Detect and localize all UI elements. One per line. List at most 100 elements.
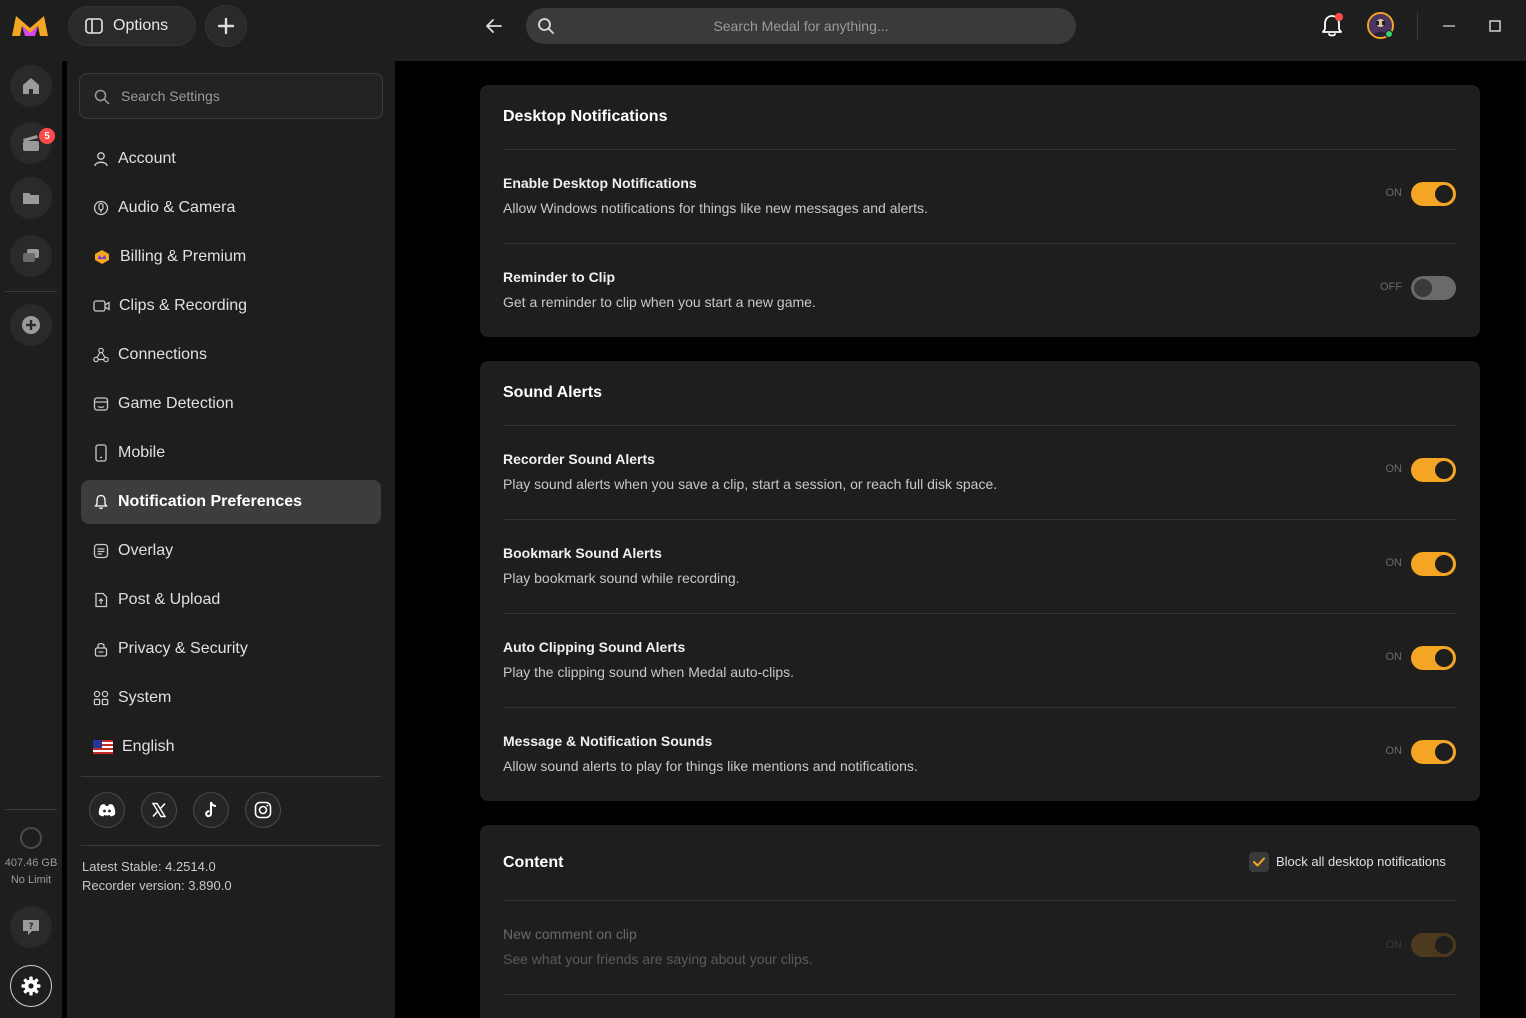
bookmark-sound-alerts-toggle[interactable] <box>1411 552 1456 576</box>
row-divider <box>503 243 1456 244</box>
setting-description: Play bookmark sound while recording. <box>503 570 740 586</box>
rail-divider <box>5 809 57 810</box>
sidebar-divider <box>81 776 381 777</box>
library-button[interactable] <box>10 177 52 219</box>
sidebar-item-clips-recording[interactable]: Clips & Recording <box>81 284 381 328</box>
block-all-desktop-notifications-checkbox[interactable] <box>1249 852 1269 872</box>
new-tab-button[interactable] <box>205 5 247 47</box>
sidebar-item-audio-camera[interactable]: Audio & Camera <box>81 186 381 230</box>
sidebar-item-overlay[interactable]: Overlay <box>81 529 381 573</box>
setting-title: Reminder to Clip <box>503 269 616 285</box>
search-icon <box>94 89 110 105</box>
global-search-input[interactable] <box>526 8 1076 44</box>
messages-button[interactable] <box>10 235 52 277</box>
us-flag-icon <box>93 740 113 754</box>
x-icon <box>151 802 167 818</box>
sidebar-divider <box>81 845 381 846</box>
storage-used: 407.46 GB <box>4 857 58 869</box>
toggle-state-label: ON <box>1385 557 1403 569</box>
app-rail: 5 407.46 GB No Limit ? <box>0 61 62 1018</box>
setting-description: Play the clipping sound when Medal auto-… <box>503 664 795 680</box>
clips-count-badge: 5 <box>39 128 55 144</box>
sidebar-item-post-upload[interactable]: Post & Upload <box>81 578 381 622</box>
settings-sidebar: Account Audio & Camera Billing & Premium… <box>67 61 395 1018</box>
sidebar-item-mobile[interactable]: Mobile <box>81 431 381 475</box>
svg-text:?: ? <box>28 922 33 932</box>
message-notification-sounds-toggle[interactable] <box>1411 740 1456 764</box>
sidebar-item-notification-preferences[interactable]: Notification Preferences <box>81 480 381 524</box>
sidebar-item-language[interactable]: English <box>81 725 381 769</box>
sidebar-item-label: Overlay <box>118 542 174 559</box>
options-button[interactable]: Options <box>68 6 196 46</box>
auto-clipping-sound-alerts-toggle[interactable] <box>1411 646 1456 670</box>
new-comment-on-clip-toggle[interactable] <box>1411 933 1456 957</box>
toggle-state-label: OFF <box>1380 281 1402 293</box>
global-search <box>526 8 1076 44</box>
video-camera-icon <box>93 300 110 312</box>
home-button[interactable] <box>10 65 52 107</box>
block-all-desktop-notifications-label: Block all desktop notifications <box>1276 854 1446 869</box>
section-divider <box>503 149 1456 150</box>
tiktok-icon <box>205 801 217 818</box>
premium-badge-icon <box>95 250 109 264</box>
setting-title: New comment on clip <box>503 926 637 942</box>
arrow-left-icon <box>486 19 502 33</box>
sidebar-item-label: Privacy & Security <box>118 640 248 657</box>
discord-link[interactable] <box>89 792 125 828</box>
row-divider <box>503 613 1456 614</box>
section-title: Content <box>503 854 564 871</box>
x-link[interactable] <box>141 792 177 828</box>
toggle-state-label: ON <box>1385 187 1403 199</box>
enable-desktop-notifications-toggle[interactable] <box>1411 182 1456 206</box>
rail-divider <box>5 291 57 292</box>
maximize-window-icon[interactable] <box>1487 18 1503 34</box>
sidebar-toggle-icon <box>85 18 103 34</box>
sidebar-item-connections[interactable]: Connections <box>81 333 381 377</box>
help-button[interactable]: ? <box>10 906 52 948</box>
overlay-icon <box>93 543 109 559</box>
reminder-to-clip-toggle[interactable] <box>1411 276 1456 300</box>
sidebar-item-label: Audio & Camera <box>118 199 236 216</box>
gear-icon <box>21 976 41 996</box>
sidebar-item-privacy-security[interactable]: Privacy & Security <box>81 627 381 671</box>
instagram-link[interactable] <box>245 792 281 828</box>
sidebar-item-label: Connections <box>118 346 207 363</box>
sidebar-item-game-detection[interactable]: Game Detection <box>81 382 381 426</box>
bell-icon <box>94 494 108 510</box>
grid-icon <box>93 690 109 706</box>
section-divider <box>503 900 1456 901</box>
sidebar-item-label: System <box>118 689 172 706</box>
sidebar-item-system[interactable]: System <box>81 676 381 720</box>
medal-logo-icon[interactable] <box>9 10 51 42</box>
settings-button[interactable] <box>10 965 52 1007</box>
instagram-icon <box>254 801 272 819</box>
setting-description: Get a reminder to clip when you start a … <box>503 294 816 310</box>
sidebar-item-account[interactable]: Account <box>81 137 381 181</box>
desktop-notifications-card: Desktop Notifications Enable Desktop Not… <box>480 85 1480 337</box>
back-button[interactable] <box>480 10 508 42</box>
search-icon <box>538 18 554 34</box>
settings-search-input[interactable] <box>80 74 382 118</box>
sidebar-item-label: Mobile <box>118 444 166 461</box>
sidebar-item-label: Billing & Premium <box>120 248 247 265</box>
settings-search <box>79 73 383 119</box>
content-card: Content Block all desktop notifications … <box>480 825 1480 1018</box>
minimize-window-icon[interactable] <box>1440 18 1458 34</box>
row-divider <box>503 707 1456 708</box>
toggle-state-label: ON <box>1385 745 1403 757</box>
setting-description: See what your friends are saying about y… <box>503 951 813 967</box>
clapperboard-icon <box>23 135 39 151</box>
setting-description: Allow sound alerts to play for things li… <box>503 758 918 774</box>
recorder-sound-alerts-toggle[interactable] <box>1411 458 1456 482</box>
notification-dot <box>1335 13 1343 21</box>
section-title: Sound Alerts <box>503 384 602 401</box>
add-server-button[interactable] <box>10 304 52 346</box>
storage-usage-ring[interactable] <box>20 827 42 849</box>
sidebar-item-label: Account <box>118 150 176 167</box>
lock-icon <box>94 642 108 657</box>
recorder-version: Recorder version: 3.890.0 <box>82 878 232 893</box>
sidebar-item-billing-premium[interactable]: Billing & Premium <box>81 235 381 279</box>
tiktok-link[interactable] <box>193 792 229 828</box>
game-controller-icon <box>93 397 109 411</box>
add-circle-icon <box>22 316 40 334</box>
